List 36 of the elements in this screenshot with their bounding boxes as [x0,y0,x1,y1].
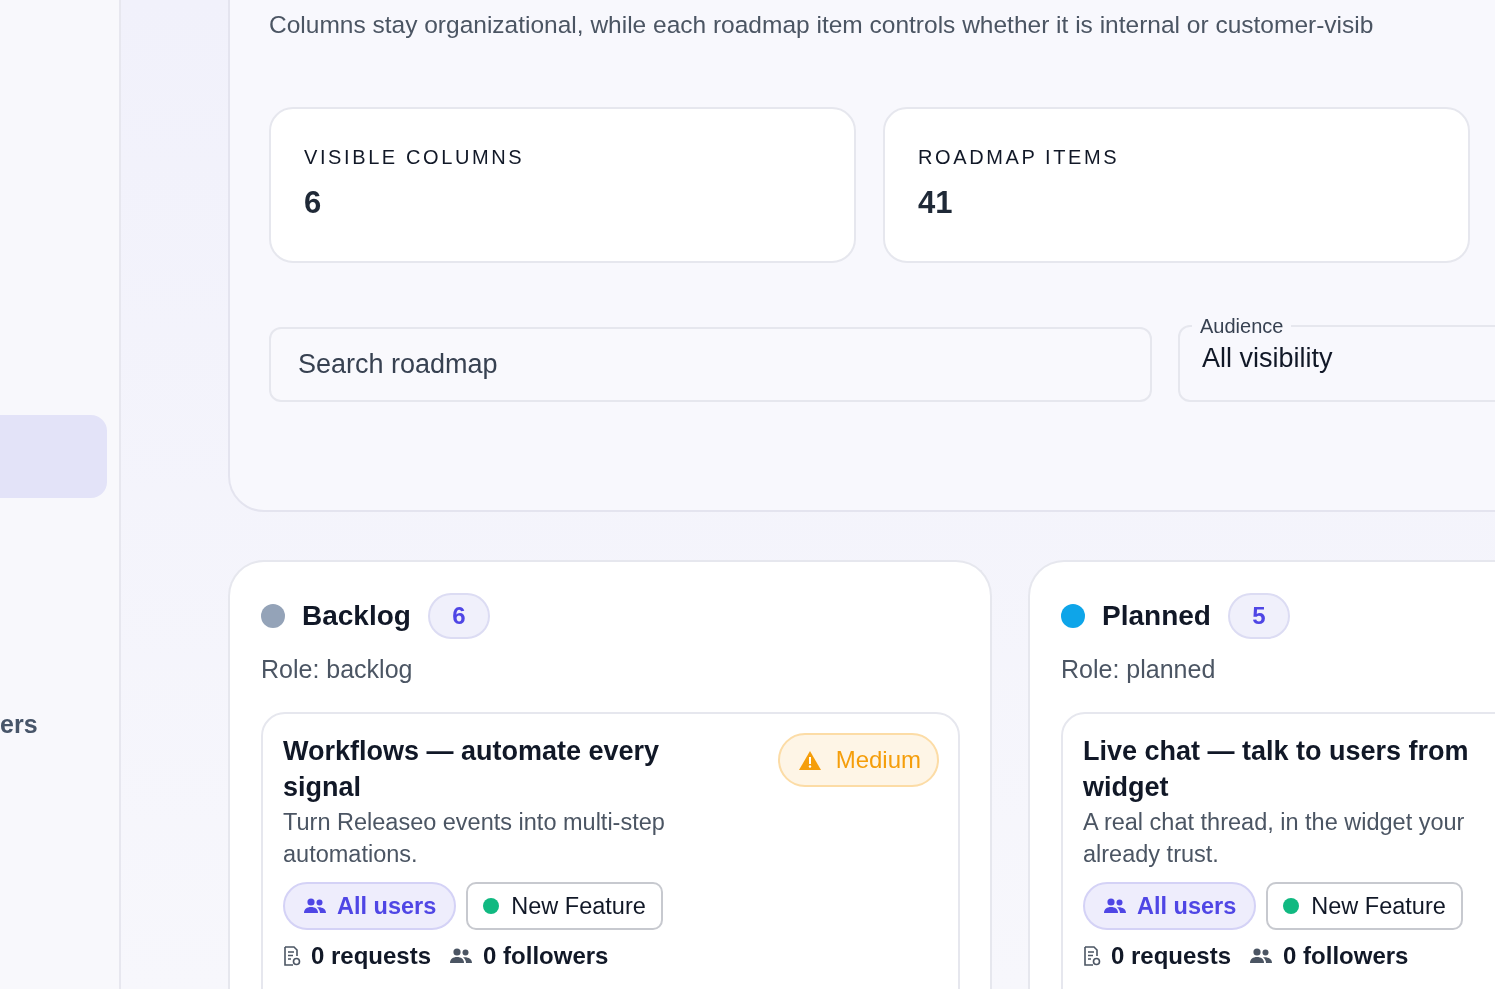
count-badge: 5 [1227,593,1290,639]
count-badge: 6 [427,593,490,639]
column-title: Backlog [302,600,411,632]
people-icon [303,898,327,914]
search-field[interactable]: Search roadmap [269,327,1152,402]
document-icon [283,946,301,966]
people-icon [449,948,474,964]
nav-item[interactable]: ers [0,683,107,766]
stat-value: 6 [304,185,322,221]
requests-count: 0 requests [311,942,432,970]
item-description: Turn Releaseo events into multi-step automations. [283,808,666,869]
type-chip: New Feature [1266,882,1463,930]
item-title: Workflows — automate every signal [283,735,660,804]
column-role: Role: planned [1061,655,1216,684]
audience-chip: All users [283,882,457,930]
people-icon [1249,948,1274,964]
item-title: Live chat — talk to users from widget [1083,735,1469,804]
column-role: Role: backlog [261,655,413,684]
followers-count: 0 followers [1283,942,1409,970]
audience-chip: All users [1083,882,1257,930]
item-description: A real chat thread, in the widget your already trust. [1083,808,1466,869]
people-icon [1103,898,1127,914]
stat-label: ROADMAP ITEMS [918,146,1120,169]
requests-count: 0 requests [1111,942,1232,970]
type-chip: New Feature [466,882,663,930]
warning-icon [797,749,822,771]
document-icon [1083,946,1101,966]
item-card[interactable]: Workflows — automate every signal Medium Turn Releaseo events into multi-step automations. All users New Feature 0 requests 0 followers [261,712,960,989]
priority-badge: Medium [777,733,939,787]
stat-value: 41 [918,185,953,221]
subtitle: Columns stay organizational, while each roadmap item controls whether it is internal or customer-visib [269,11,1374,39]
followers-count: 0 followers [483,942,609,970]
stat-label: VISIBLE COLUMNS [304,146,525,169]
item-card[interactable]: Live chat — talk to users from widget A real chat thread, in the widget your already trust. All users New Feature 0 requests 0 followers [1061,712,1495,989]
column-title: Planned [1102,600,1211,632]
field-label: Audience [1199,314,1285,338]
